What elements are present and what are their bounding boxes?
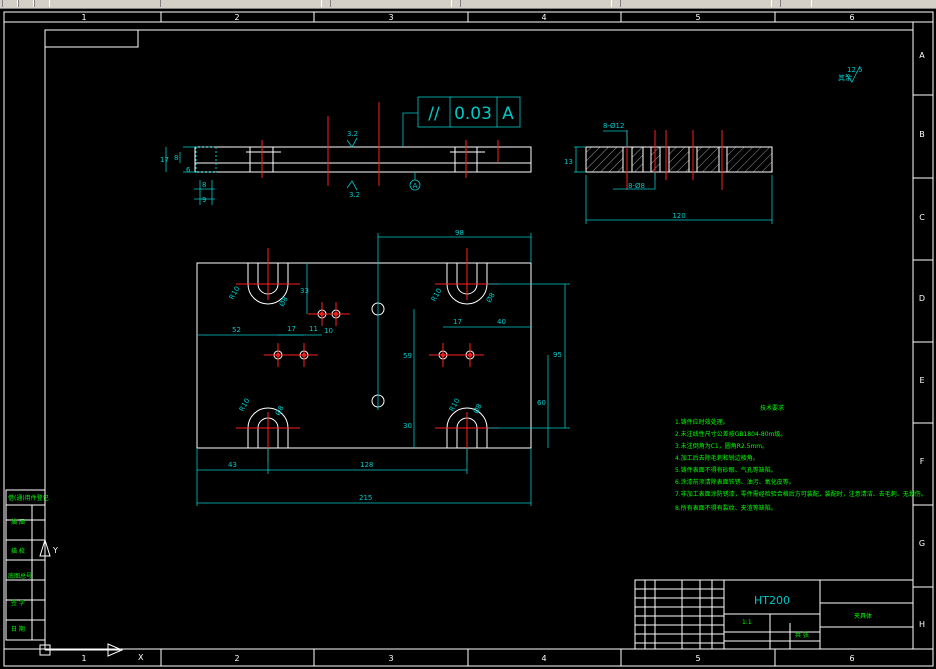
side-section-view[interactable]: 8-Ø12 8-Ø8 13 120 — [564, 122, 773, 224]
parallelism-symbol: // — [428, 104, 440, 124]
ruler-right: A B C D E F G H — [919, 51, 925, 629]
notes-line: 4.加工后去除毛刺和锐边棱角。 — [675, 454, 759, 462]
title-block[interactable]: HT200 夹具体 1:1 共 张 — [634, 579, 914, 650]
ruler-label: 1 — [81, 13, 86, 22]
dim-label: R10 — [228, 285, 242, 301]
dim-label: 17 — [160, 156, 169, 164]
ruler-label: B — [919, 130, 925, 139]
dim-label: 60 — [537, 399, 546, 407]
ruler-label: 2 — [234, 654, 239, 663]
roughness-value: 12.5 — [847, 66, 863, 74]
ruler-label: G — [919, 539, 925, 548]
linetype-dropdown[interactable] — [460, 0, 612, 7]
ruler-label: 6 — [849, 654, 854, 663]
ruler-label: H — [919, 620, 925, 629]
material-text: HT200 — [754, 594, 790, 607]
dim-label: 8-Ø12 — [603, 122, 624, 130]
roughness-label: 其余 — [838, 73, 852, 82]
ruler-label: 4 — [541, 13, 546, 22]
dim-label: 30 — [403, 422, 412, 430]
dim-label: Ø8 — [485, 291, 497, 304]
ruler-label: 2 — [234, 13, 239, 22]
side-label: 描 图 — [11, 518, 25, 526]
dim-label: 33 — [300, 287, 309, 295]
dim-label: 6 — [186, 166, 191, 174]
dim-label: 52 — [232, 326, 241, 334]
ruler-label: E — [919, 376, 924, 385]
dim-label: R10 — [238, 397, 252, 413]
roughness-corner[interactable]: 其余 12.5 — [838, 65, 863, 83]
side-label: 借(通)用件登记 — [8, 494, 49, 502]
ucs-x-label: X — [138, 653, 144, 662]
ruler-label: A — [919, 51, 925, 60]
side-label: 底图总号 — [8, 572, 32, 580]
dim-label: 17 — [453, 318, 462, 326]
ucs-y-label: Y — [52, 546, 58, 555]
ruler-label: 3 — [388, 654, 393, 663]
dim-label: 40 — [497, 318, 506, 326]
dim-label: 8 — [174, 154, 178, 162]
side-label: 描 校 — [11, 547, 25, 555]
roughness-value: 3.2 — [347, 130, 358, 138]
side-registration-table: 借(通)用件登记 描 图 描 校 底图总号 签 字 日 期 — [5, 489, 49, 641]
dim-label: 95 — [553, 351, 562, 359]
dim-label: 215 — [359, 494, 372, 502]
drawing-canvas[interactable]: 1 2 3 4 5 6 1 2 3 4 5 6 A B C D E F G H … — [0, 8, 936, 669]
notes-line: 6.涂漆前须清除表面铁锈、油污、氧化皮等。 — [675, 478, 795, 486]
ruler-label: C — [919, 213, 925, 222]
ruler-label: 1 — [81, 654, 86, 663]
notes-line: 7.非加工表面涂防锈漆，零件需经检验合格后方可装配，装配时，注意清洁、去毛刺、无… — [675, 490, 927, 498]
dim-label: 43 — [228, 461, 237, 469]
dim-label: 13 — [564, 158, 573, 166]
dim-label: 8-Ø8 — [628, 182, 645, 190]
tolerance-value: 0.03 — [454, 104, 492, 124]
side-label: 日 期 — [11, 625, 25, 633]
dim-label: 17 — [287, 325, 296, 333]
lineweight-dropdown[interactable] — [620, 0, 772, 7]
ruler-label: 3 — [388, 13, 393, 22]
dim-label: 98 — [455, 229, 464, 237]
notes-line: 3.未注倒角为C1，圆角R2.5mm。 — [675, 442, 768, 450]
datum-ref: A — [502, 104, 514, 124]
dim-label: 11 — [309, 325, 318, 333]
toolbar-button[interactable] — [2, 0, 18, 7]
toolbar-button[interactable] — [18, 0, 34, 7]
ruler-label: 4 — [541, 654, 546, 663]
ruler-label: 6 — [849, 13, 854, 22]
ruler-label: 5 — [695, 13, 700, 22]
ruler-label: F — [920, 457, 925, 466]
ucs-icon: Y X — [39, 538, 144, 662]
part-name: 夹具体 — [854, 612, 872, 620]
color-dropdown[interactable] — [330, 0, 452, 7]
dim-label: 9 — [202, 196, 206, 204]
notes-line: 8.所有表面不得有裂纹、夹渣等缺陷。 — [675, 504, 777, 512]
dim-label: R10 — [448, 397, 462, 413]
tolerance-frame[interactable]: // 0.03 A — [417, 96, 521, 128]
dim-label: Ø8 — [472, 402, 484, 415]
notes-title: 技术要求 — [760, 404, 784, 412]
layer-dropdown[interactable] — [160, 0, 322, 7]
dim-label: Ø8 — [278, 295, 290, 308]
dim-label: 128 — [360, 461, 373, 469]
ruler-label: 5 — [695, 654, 700, 663]
notes-line: 5.铸件表面不得有砂眼、气孔等缺陷。 — [675, 466, 777, 474]
dim-label: R10 — [430, 287, 444, 303]
dim-label: 120 — [672, 212, 685, 220]
plan-view[interactable]: 98 33 52 17 11 10 17 40 59 95 60 30 43 1… — [196, 229, 570, 506]
ruler-label: D — [919, 294, 925, 303]
dim-label: 10 — [324, 327, 333, 335]
toolbar-button[interactable] — [34, 0, 50, 7]
sheet-text: 共 张 — [795, 631, 809, 639]
plotstyle-dropdown[interactable] — [780, 0, 812, 7]
side-label: 签 字 — [11, 599, 25, 607]
scale-text: 1:1 — [742, 619, 752, 626]
technical-notes[interactable]: 技术要求 1.铸件应时效处理。 2.未注线性尺寸公差按GB1804-80m级。 … — [675, 404, 927, 512]
datum-label: A — [413, 182, 418, 190]
notes-line: 1.铸件应时效处理。 — [675, 418, 729, 426]
roughness-value: 3.2 — [349, 191, 360, 199]
dim-label: 8 — [202, 181, 206, 189]
notes-line: 2.未注线性尺寸公差按GB1804-80m级。 — [675, 430, 786, 438]
dim-label: 59 — [403, 352, 412, 360]
